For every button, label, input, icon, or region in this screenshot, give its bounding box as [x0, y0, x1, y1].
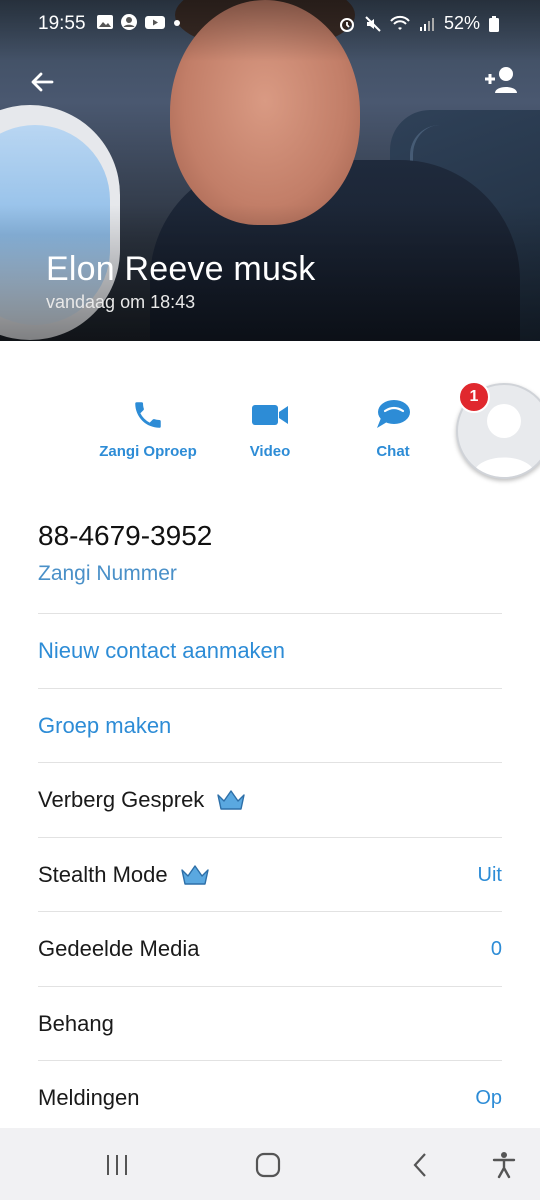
- phone-icon: [135, 402, 161, 428]
- mute-icon: [365, 15, 381, 32]
- status-bar: 19:55 52%: [0, 0, 540, 48]
- video-button[interactable]: Video: [210, 395, 330, 460]
- back-button[interactable]: [22, 62, 62, 102]
- accessibility-icon: [492, 1152, 516, 1179]
- wallpaper-row[interactable]: Behang: [38, 986, 502, 1061]
- recent-apps-icon: [107, 1155, 127, 1175]
- zangi-call-label: Zangi Oproep: [99, 443, 197, 460]
- contact-number-block[interactable]: 88-4679-3952 Zangi Nummer: [38, 520, 212, 586]
- chat-label: Chat: [376, 443, 410, 460]
- recent-apps-button[interactable]: [97, 1148, 137, 1182]
- signal-icon: [419, 17, 434, 31]
- add-person-icon: [485, 67, 517, 93]
- shared-media-row[interactable]: Gedeelde Media 0: [38, 911, 502, 986]
- system-nav-bar: [0, 1128, 540, 1200]
- video-label: Video: [249, 443, 291, 460]
- accessibility-button[interactable]: [484, 1148, 524, 1182]
- crown-icon: [180, 865, 209, 885]
- shared-media-label: Gedeelde Media: [38, 936, 200, 961]
- account-icon: [121, 14, 137, 30]
- back-nav-button[interactable]: [400, 1148, 440, 1182]
- notification-badge: 1: [458, 381, 490, 413]
- notifications-row[interactable]: Meldingen Op: [38, 1060, 502, 1135]
- youtube-icon: [145, 16, 165, 29]
- create-group-row[interactable]: Groep maken: [38, 688, 502, 763]
- stealth-mode-label: Stealth Mode: [38, 862, 168, 887]
- contact-number-label: Zangi Nummer: [38, 562, 177, 585]
- chevron-left-icon: [413, 1153, 426, 1177]
- home-button[interactable]: [248, 1148, 288, 1182]
- new-contact-label: Nieuw contact aanmaken: [38, 638, 286, 663]
- battery-icon: [489, 15, 499, 32]
- zangi-call-button[interactable]: Zangi Oproep: [88, 395, 208, 460]
- gallery-icon: [97, 15, 113, 29]
- video-icon: [252, 405, 288, 425]
- dot-icon: [174, 20, 180, 26]
- notifications-value: Op: [475, 1086, 502, 1109]
- profile-photo: [0, 0, 540, 341]
- add-contact-button[interactable]: [478, 60, 522, 100]
- last-seen: vandaag om 18:43: [46, 292, 196, 312]
- hide-conversation-row[interactable]: Verberg Gesprek: [38, 762, 502, 837]
- notifications-label: Meldingen: [38, 1085, 140, 1110]
- chat-icon: [377, 400, 410, 428]
- chat-button[interactable]: Chat: [333, 395, 453, 460]
- wifi-icon: [390, 15, 410, 30]
- contact-name: Elon Reeve musk: [46, 250, 316, 288]
- alarm-icon: [339, 17, 354, 32]
- shared-media-count: 0: [490, 937, 502, 960]
- status-time: 19:55: [38, 13, 86, 34]
- arrow-left-icon: [31, 72, 54, 92]
- contact-number: 88-4679-3952: [38, 520, 213, 551]
- new-contact-row[interactable]: Nieuw contact aanmaken: [38, 613, 502, 688]
- crown-icon: [217, 790, 246, 810]
- create-group-label: Groep maken: [38, 713, 172, 738]
- stealth-mode-row[interactable]: Stealth Mode Uit: [38, 837, 502, 912]
- stealth-mode-value: Uit: [477, 863, 502, 886]
- contact-avatar[interactable]: 1: [456, 381, 540, 479]
- hide-conversation-label: Verberg Gesprek: [38, 787, 205, 812]
- home-icon: [255, 1152, 281, 1178]
- battery-level: 52%: [443, 13, 480, 33]
- wallpaper-label: Behang: [38, 1011, 114, 1036]
